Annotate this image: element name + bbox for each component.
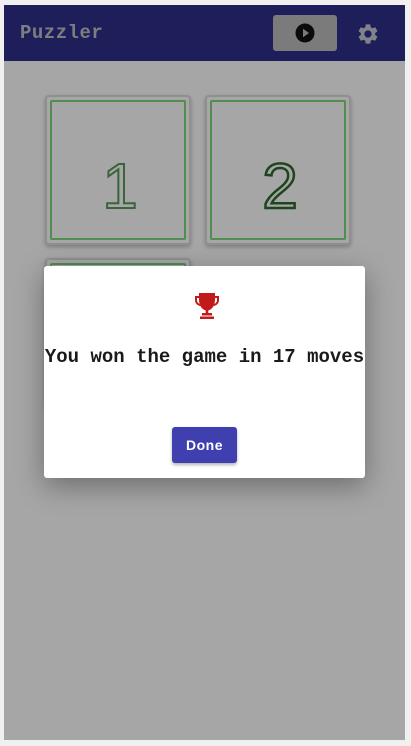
trophy-icon — [195, 293, 219, 319]
app-window: Puzzler 1 2 You won the game in 17 moves… — [4, 5, 405, 740]
win-message: You won the game in 17 moves — [44, 346, 365, 368]
win-dialog: You won the game in 17 moves Done — [44, 266, 365, 478]
done-button[interactable]: Done — [172, 427, 237, 463]
